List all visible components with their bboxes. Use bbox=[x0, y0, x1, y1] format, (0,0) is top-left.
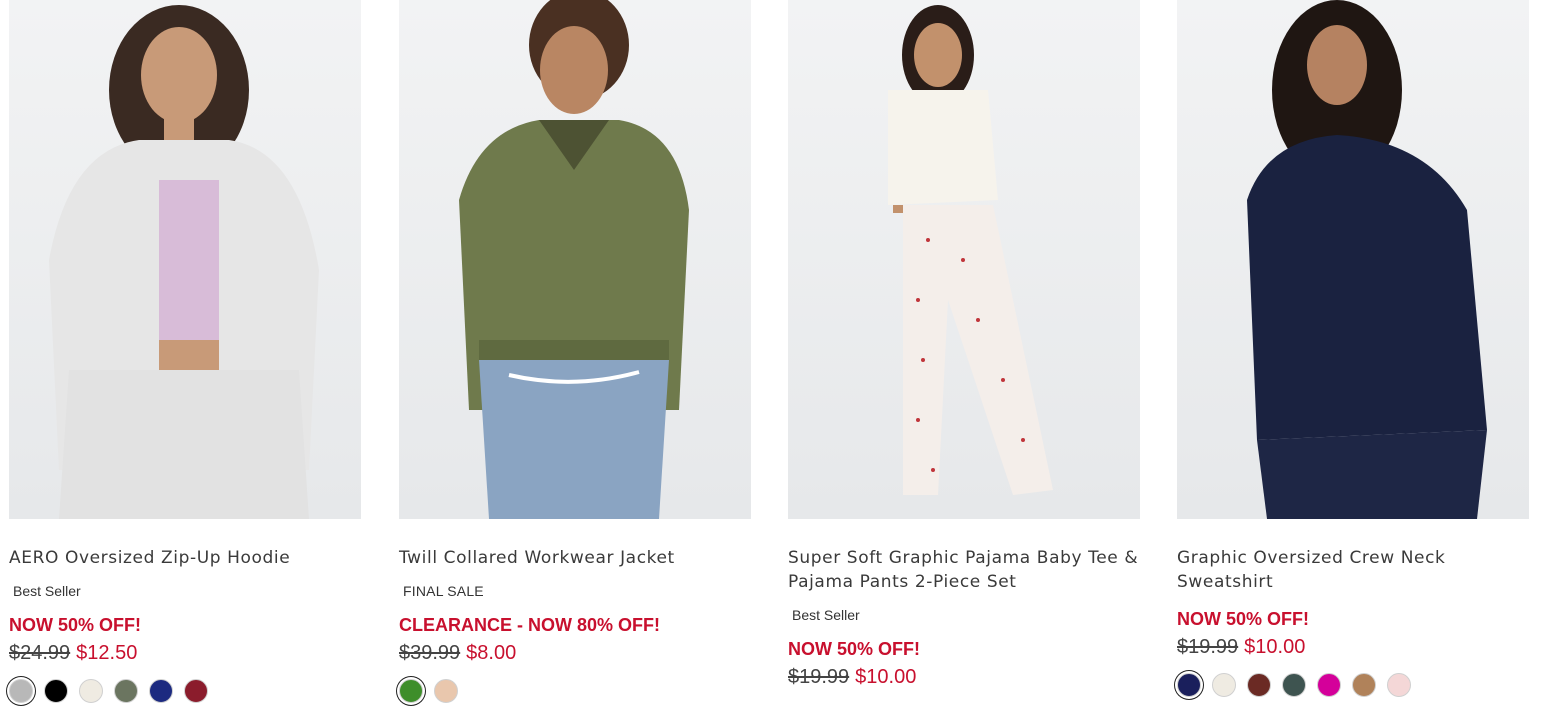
promo-text: NOW 50% OFF! bbox=[788, 639, 921, 659]
model-in-sweatshirt-image bbox=[1247, 0, 1487, 519]
price-row: $24.99 $12.50 bbox=[9, 641, 361, 665]
product-image[interactable] bbox=[9, 0, 361, 519]
badge: Best Seller bbox=[13, 583, 81, 599]
color-swatches bbox=[9, 677, 361, 705]
original-price: $19.99 bbox=[788, 666, 850, 688]
sale-price: $8.00 bbox=[466, 642, 517, 664]
product-title[interactable]: Twill Collared Workwear Jacket bbox=[399, 546, 751, 570]
color-swatch[interactable] bbox=[399, 679, 423, 703]
product-image[interactable] bbox=[1177, 0, 1529, 519]
sale-price: $10.00 bbox=[855, 666, 917, 688]
original-price: $24.99 bbox=[9, 642, 71, 664]
color-swatches bbox=[1177, 671, 1529, 699]
color-swatches bbox=[399, 677, 751, 705]
price-row: $39.99 $8.00 bbox=[399, 641, 751, 665]
color-swatch[interactable] bbox=[44, 679, 68, 703]
product-title[interactable]: AERO Oversized Zip-Up Hoodie bbox=[9, 546, 361, 570]
product-card: Twill Collared Workwear Jacket FINAL SAL… bbox=[399, 0, 751, 705]
color-swatch[interactable] bbox=[1212, 673, 1236, 697]
model-in-hoodie-image bbox=[49, 5, 319, 519]
model-in-pajama-set-image bbox=[888, 5, 1053, 495]
color-swatch[interactable] bbox=[1247, 673, 1271, 697]
color-swatch[interactable] bbox=[149, 679, 173, 703]
color-swatch[interactable] bbox=[1282, 673, 1306, 697]
promo-text: CLEARANCE - NOW 80% OFF! bbox=[399, 615, 660, 635]
color-swatch[interactable] bbox=[114, 679, 138, 703]
product-card: Super Soft Graphic Pajama Baby Tee & Paj… bbox=[788, 0, 1140, 689]
color-swatch[interactable] bbox=[1352, 673, 1376, 697]
promo-text: NOW 50% OFF! bbox=[9, 615, 142, 635]
product-grid: AERO Oversized Zip-Up Hoodie Best Seller… bbox=[0, 0, 1555, 707]
color-swatch[interactable] bbox=[1177, 673, 1201, 697]
color-swatch[interactable] bbox=[184, 679, 208, 703]
color-swatch[interactable] bbox=[9, 679, 33, 703]
promo-text: NOW 50% OFF! bbox=[1177, 609, 1310, 629]
badge: Best Seller bbox=[792, 607, 860, 623]
color-swatch[interactable] bbox=[79, 679, 103, 703]
product-image[interactable] bbox=[399, 0, 751, 519]
product-image[interactable] bbox=[788, 0, 1140, 519]
color-swatch[interactable] bbox=[1317, 673, 1341, 697]
color-swatch[interactable] bbox=[434, 679, 458, 703]
color-swatch[interactable] bbox=[1387, 673, 1411, 697]
sale-price: $12.50 bbox=[76, 642, 138, 664]
product-card: AERO Oversized Zip-Up Hoodie Best Seller… bbox=[9, 0, 361, 705]
original-price: $39.99 bbox=[399, 642, 461, 664]
product-title[interactable]: Graphic Oversized Crew Neck Sweatshirt bbox=[1177, 546, 1529, 594]
original-price: $19.99 bbox=[1177, 636, 1239, 658]
product-title[interactable]: Super Soft Graphic Pajama Baby Tee & Paj… bbox=[788, 546, 1140, 594]
model-in-jacket-image bbox=[459, 0, 689, 519]
badge: FINAL SALE bbox=[403, 583, 484, 599]
product-card: Graphic Oversized Crew Neck Sweatshirt N… bbox=[1177, 0, 1529, 699]
price-row: $19.99 $10.00 bbox=[788, 665, 1140, 689]
sale-price: $10.00 bbox=[1244, 636, 1306, 658]
price-row: $19.99 $10.00 bbox=[1177, 635, 1529, 659]
